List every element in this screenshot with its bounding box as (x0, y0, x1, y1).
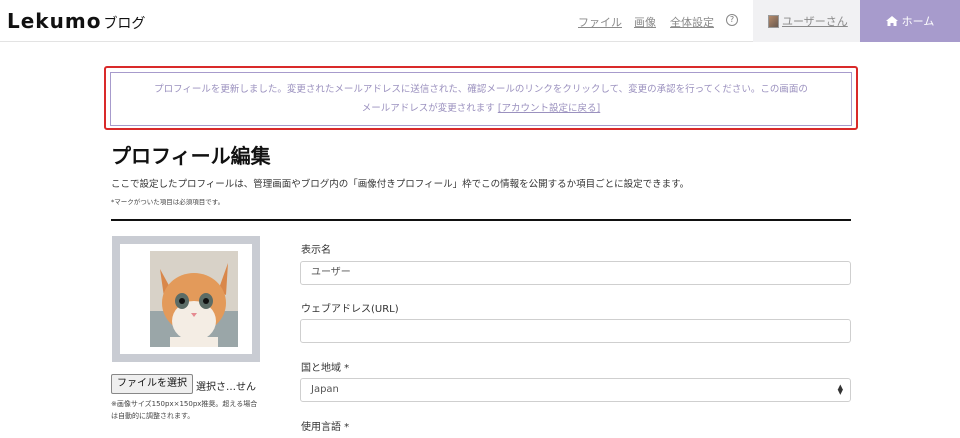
url-label: ウェブアドレス(URL) (301, 304, 399, 315)
file-status-text: 選択さ…せん (196, 382, 256, 393)
account-settings-link[interactable]: [アカウント設定に戻る] (498, 103, 600, 114)
user-name-link[interactable]: ユーザーさん (782, 13, 848, 29)
home-button[interactable]: ホーム (860, 0, 960, 42)
home-button-label: ホーム (901, 15, 935, 28)
user-avatar-icon (768, 14, 779, 28)
update-notice: プロフィールを更新しました。変更されたメールアドレスに送信された、確認メールのリ… (110, 72, 852, 126)
notice-line-2-text: メールアドレスが変更されます (361, 103, 495, 114)
home-icon (885, 16, 898, 26)
required-note: *マークがついた項目は必須項目です。 (111, 198, 225, 206)
avatar-frame (112, 236, 260, 362)
profile-avatar (150, 251, 238, 347)
display-name-input[interactable]: ユーザー (300, 261, 851, 285)
choose-file-button[interactable]: ファイルを選択 (111, 374, 193, 394)
country-label: 国と地域 * (301, 363, 350, 374)
section-divider (111, 219, 851, 221)
select-arrows-icon: ▲ ▼ (837, 383, 843, 396)
language-label: 使用言語 * (301, 422, 350, 433)
url-input[interactable] (300, 319, 851, 343)
logo-main-text: Lekumo (7, 9, 102, 33)
user-menu[interactable]: ユーザーさん (753, 0, 860, 42)
notice-line-1: プロフィールを更新しました。変更されたメールアドレスに送信された、確認メールのリ… (154, 84, 808, 95)
notice-line-2: メールアドレスが変更されます [アカウント設定に戻る] (111, 99, 851, 118)
site-logo[interactable]: Lekumo ブログ (7, 9, 145, 33)
logo-sub-text: ブログ (103, 16, 146, 32)
nav-global-settings-link[interactable]: 全体設定 (670, 14, 714, 30)
country-select[interactable]: Japan ▲ ▼ (300, 378, 851, 402)
display-name-label: 表示名 (301, 245, 331, 256)
help-icon[interactable]: ? (726, 14, 738, 26)
country-select-value: Japan (311, 384, 339, 395)
nav-images-link[interactable]: 画像 (634, 14, 656, 30)
file-size-note: ※画像サイズ150px×150px推奨。超える場合は自動的に調整されます。 (111, 400, 258, 420)
page-description: ここで設定したプロフィールは、管理画面やブログ内の「画像付きプロフィール」枠でこ… (111, 179, 690, 190)
page-title: プロフィール編集 (111, 144, 271, 168)
top-header: Lekumo ブログ ファイル 画像 全体設定 ? ユーザーさん ホーム (0, 0, 960, 42)
nav-files-link[interactable]: ファイル (578, 14, 622, 30)
